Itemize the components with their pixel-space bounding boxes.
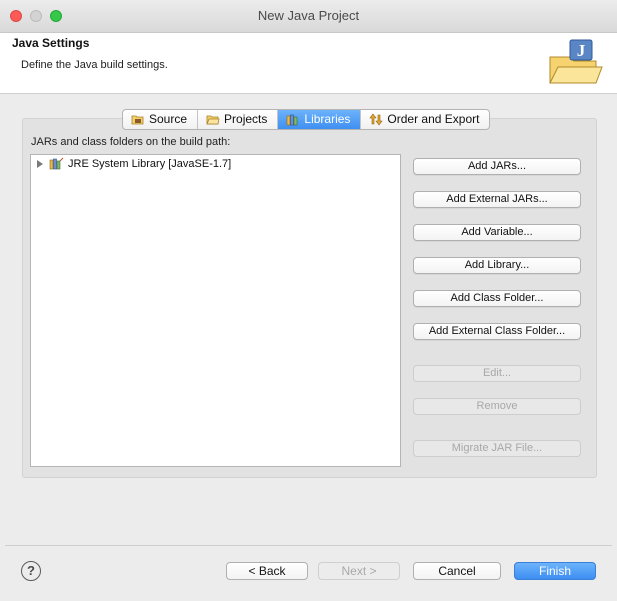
tab-label: Source xyxy=(149,112,188,126)
cancel-button[interactable]: Cancel xyxy=(413,562,501,580)
add-library-button[interactable]: Add Library... xyxy=(413,257,581,274)
jre-library-icon xyxy=(49,157,64,170)
finish-button[interactable]: Finish xyxy=(514,562,596,580)
footer-divider xyxy=(5,545,612,546)
window-title: New Java Project xyxy=(257,8,360,23)
add-external-class-folder-button[interactable]: Add External Class Folder... xyxy=(413,323,581,340)
title-bar[interactable]: New Java Project xyxy=(0,0,617,33)
new-java-project-window: New Java Project Java Settings Define th… xyxy=(0,0,617,601)
tab-libraries[interactable]: Libraries xyxy=(278,110,362,129)
build-path-label: JARs and class folders on the build path… xyxy=(31,136,231,148)
tab-order-and-export[interactable]: Order and Export xyxy=(361,110,489,129)
next-button[interactable]: Next > xyxy=(318,562,400,580)
wizard-header: Java Settings Define the Java build sett… xyxy=(0,33,617,94)
projects-folder-icon xyxy=(206,115,220,125)
back-button[interactable]: < Back xyxy=(226,562,308,580)
svg-text:J: J xyxy=(577,41,586,60)
tab-source[interactable]: Source xyxy=(123,110,199,129)
page-title: Java Settings xyxy=(12,36,90,50)
expand-arrow-icon[interactable] xyxy=(37,159,43,168)
add-jars-button[interactable]: Add JARs... xyxy=(413,158,581,175)
tab-bar: Source Projects Libraries Order and Expo… xyxy=(122,109,491,130)
tree-item-jre-system-library[interactable]: JRE System Library [JavaSE-1.7] xyxy=(37,157,231,170)
page-description: Define the Java build settings. xyxy=(21,59,168,71)
add-variable-button[interactable]: Add Variable... xyxy=(413,224,581,241)
source-folder-icon xyxy=(131,115,144,125)
tab-projects[interactable]: Projects xyxy=(198,110,279,129)
migrate-jar-file-button[interactable]: Migrate JAR File... xyxy=(413,440,581,457)
java-project-wizard-icon: J xyxy=(549,39,603,84)
remove-button[interactable]: Remove xyxy=(413,398,581,415)
build-path-tree[interactable]: JRE System Library [JavaSE-1.7] xyxy=(30,154,401,467)
tab-label: Projects xyxy=(224,112,268,126)
order-export-icon xyxy=(369,113,384,126)
libraries-icon xyxy=(287,114,298,126)
help-button[interactable]: ? xyxy=(21,561,41,581)
tab-label: Order and Export xyxy=(387,112,480,126)
tab-label: Libraries xyxy=(304,112,351,126)
tree-item-label: JRE System Library [JavaSE-1.7] xyxy=(68,157,232,170)
edit-button[interactable]: Edit... xyxy=(413,365,581,382)
add-external-jars-button[interactable]: Add External JARs... xyxy=(413,191,581,208)
add-class-folder-button[interactable]: Add Class Folder... xyxy=(413,290,581,307)
